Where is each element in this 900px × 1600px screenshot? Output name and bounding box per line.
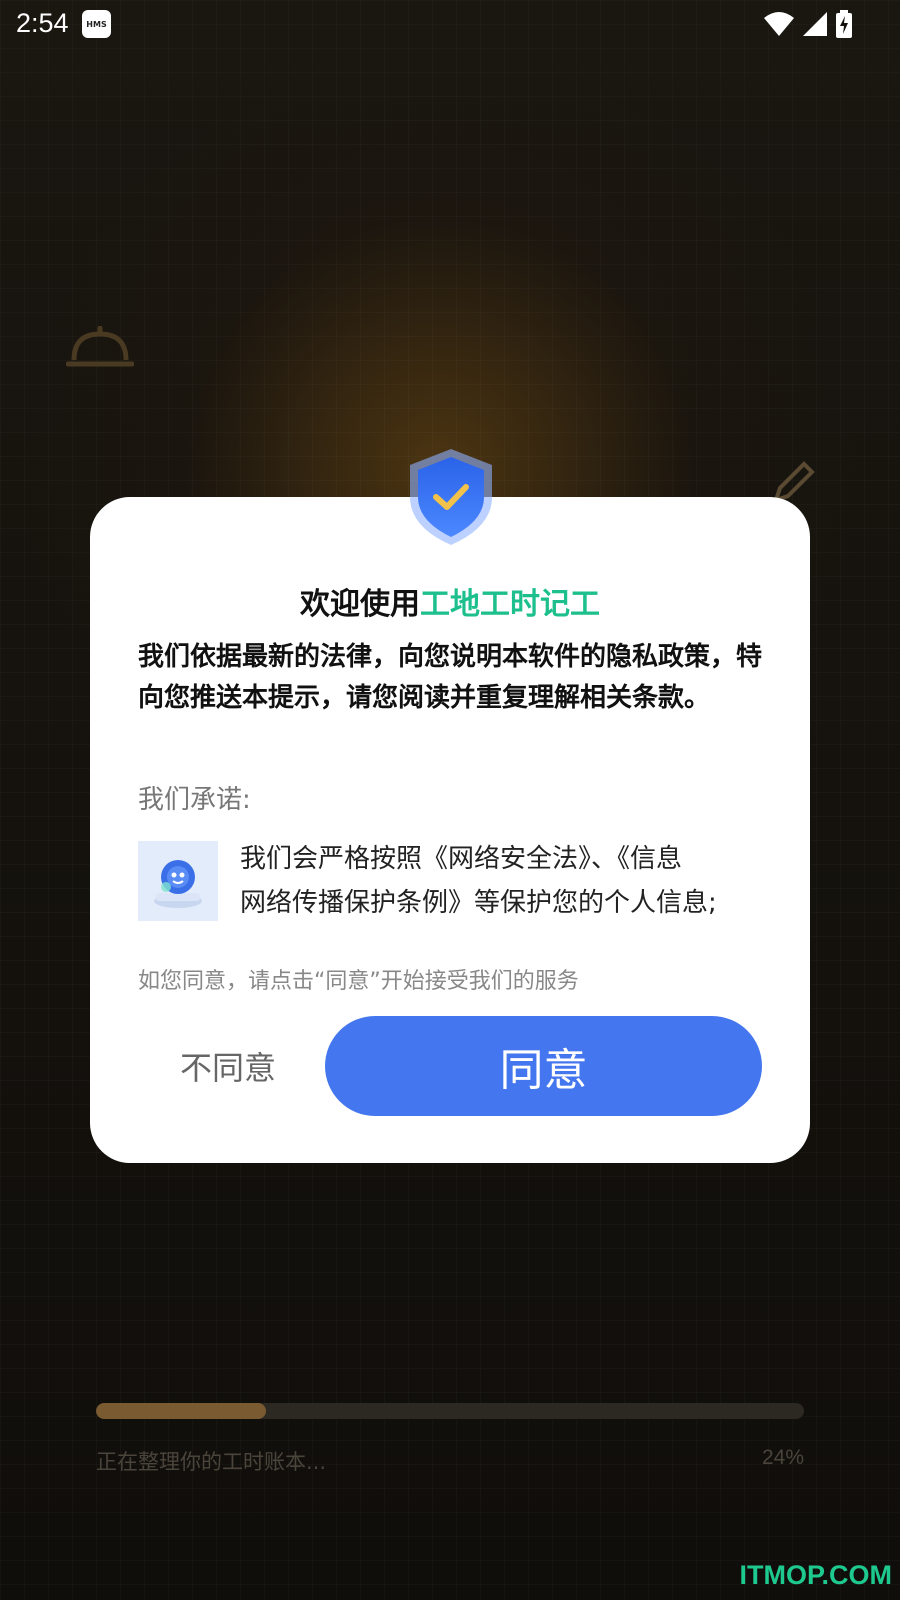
promise-line-1: 我们会严格按照《网络安全法》、《信息 (240, 844, 683, 874)
service-bell-icon (66, 326, 134, 367)
loading-label: 正在整理你的工时账本... (96, 1450, 327, 1474)
system-icons (764, 10, 852, 38)
loading-progress-bar (96, 1403, 804, 1419)
promise-line-2: 网络传播保护条例》等保护您的个人信息; (240, 888, 717, 918)
status-bar: 2:54 HMS (0, 0, 900, 48)
wifi-icon (764, 12, 794, 36)
disagree-button[interactable]: 不同意 (138, 1016, 318, 1116)
status-time: 2:54 (16, 8, 69, 38)
hms-badge-icon: HMS (82, 10, 111, 38)
promise-text: 我们会严格按照《网络安全法》、《信息 网络传播保护条例》等保护您的个人信息; (240, 837, 717, 925)
watermark: ITMOP.COM (739, 1560, 892, 1590)
privacy-dialog: 欢迎使用工地工时记工 我们依据最新的法律，向您说明本软件的隐私政策，特向您推送本… (90, 497, 810, 1163)
dialog-title: 欢迎使用工地工时记工 (90, 579, 810, 623)
battery-charging-icon (836, 10, 852, 38)
title-app-name: 工地工时记工 (420, 587, 600, 622)
agree-hint: 如您同意，请点击“同意”开始接受我们的服务 (138, 969, 579, 994)
title-prefix: 欢迎使用 (300, 587, 420, 622)
loading-percent: 24% (761, 1446, 804, 1469)
agree-button[interactable]: 同意 (325, 1016, 762, 1116)
loading-progress-fill (96, 1403, 266, 1419)
promise-label: 我们承诺: (138, 785, 251, 815)
signal-icon (803, 12, 827, 36)
shield-check-icon (410, 449, 492, 545)
dialog-intro: 我们依据最新的法律，向您说明本软件的隐私政策，特向您推送本提示，请您阅读并重复理… (138, 642, 763, 713)
robot-illustration-icon (138, 841, 218, 921)
promise-item: 我们会严格按照《网络安全法》、《信息 网络传播保护条例》等保护您的个人信息; (138, 841, 768, 925)
